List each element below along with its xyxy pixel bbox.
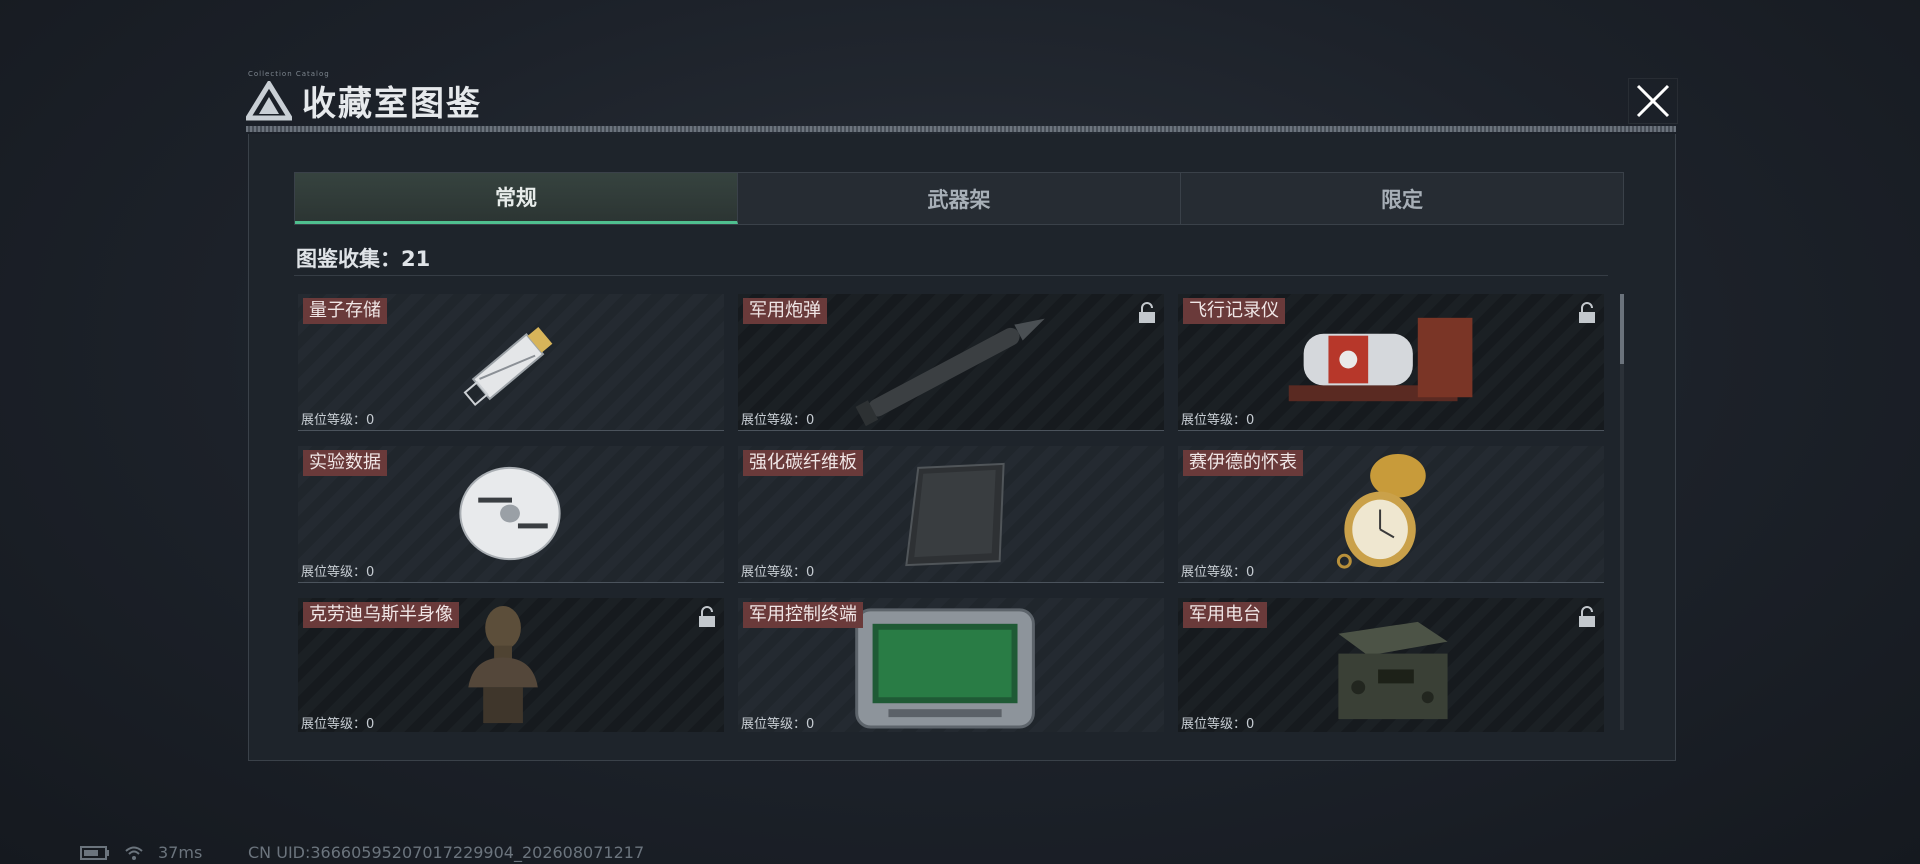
collection-count: 图鉴收集：21 <box>296 247 431 271</box>
divider <box>294 275 1608 276</box>
lock-icon <box>1579 302 1595 323</box>
header-divider <box>246 126 1676 132</box>
item-card-military-radio[interactable]: 军用电台 展位等级：0 <box>1178 598 1604 732</box>
item-level: 展位等级：0 <box>301 717 375 732</box>
item-card-experiment-data[interactable]: 实验数据 展位等级：0 <box>298 446 724 583</box>
page-title: 收藏室图鉴 <box>302 84 482 124</box>
item-level: 展位等级：0 <box>741 565 815 580</box>
tab-weapon-rack[interactable]: 武器架 <box>738 173 1181 224</box>
item-level: 展位等级：0 <box>301 413 375 428</box>
tab-limited[interactable]: 限定 <box>1181 173 1623 224</box>
item-card-military-terminal[interactable]: 军用控制终端 展位等级：0 <box>738 598 1164 732</box>
status-bar: 37ms <box>80 843 202 862</box>
item-level: 展位等级：0 <box>301 565 375 580</box>
tab-regular[interactable]: 常规 <box>295 173 738 224</box>
close-button[interactable] <box>1628 78 1678 124</box>
item-name: 克劳迪乌斯半身像 <box>303 602 459 628</box>
item-card-pocket-watch[interactable]: 赛伊德的怀表 展位等级：0 <box>1178 446 1604 583</box>
wifi-icon <box>125 846 143 860</box>
item-level: 展位等级：0 <box>741 717 815 732</box>
lock-icon <box>1139 302 1155 323</box>
battery-icon <box>80 845 109 860</box>
item-level: 展位等级：0 <box>1181 717 1255 732</box>
uid-text: CN UID:36660595207017229904_202608071217 <box>248 843 645 862</box>
item-card-claudius-bust[interactable]: 克劳迪乌斯半身像 展位等级：0 <box>298 598 724 732</box>
item-card-carbon-fiber-plate[interactable]: 强化碳纤维板 展位等级：0 <box>738 446 1164 583</box>
lock-icon <box>1579 606 1595 627</box>
item-name: 飞行记录仪 <box>1183 298 1285 324</box>
close-icon <box>1636 84 1670 118</box>
ping-text: 37ms <box>158 843 203 862</box>
item-grid: 量子存储 展位等级：0 军用炮弹 展位等级：0 飞行记录仪 展位等级：0 实验数… <box>298 294 1608 732</box>
item-name: 军用控制终端 <box>743 602 863 628</box>
item-card-quantum-storage[interactable]: 量子存储 展位等级：0 <box>298 294 724 431</box>
scrollbar-thumb[interactable] <box>1620 294 1624 364</box>
item-name: 军用炮弹 <box>743 298 827 324</box>
item-name: 量子存储 <box>303 298 387 324</box>
item-level: 展位等级：0 <box>741 413 815 428</box>
item-level: 展位等级：0 <box>1181 565 1255 580</box>
item-level: 展位等级：0 <box>1181 413 1255 428</box>
page-header: 收藏室图鉴 <box>246 76 482 125</box>
item-name: 强化碳纤维板 <box>743 450 863 476</box>
item-card-flight-recorder[interactable]: 飞行记录仪 展位等级：0 <box>1178 294 1604 431</box>
item-card-military-shell[interactable]: 军用炮弹 展位等级：0 <box>738 294 1164 431</box>
delta-logo-icon <box>246 80 292 120</box>
lock-icon <box>699 606 715 627</box>
grid-scrollbar[interactable] <box>1620 294 1624 730</box>
item-name: 实验数据 <box>303 450 387 476</box>
item-name: 军用电台 <box>1183 602 1267 628</box>
tab-bar: 常规 武器架 限定 <box>294 172 1624 225</box>
item-name: 赛伊德的怀表 <box>1183 450 1303 476</box>
